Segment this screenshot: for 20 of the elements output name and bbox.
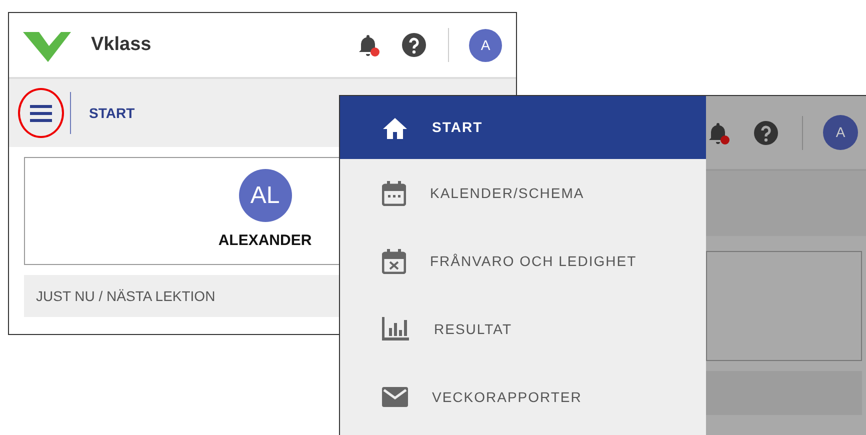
avatar: AL	[238, 169, 292, 222]
menu-item[interactable]: FRÅNVARO OCH LEDIGHET	[340, 227, 706, 295]
menu-button[interactable]	[18, 88, 64, 138]
menu-item[interactable]: START	[340, 96, 706, 159]
calendar-icon	[382, 180, 406, 206]
avatar[interactable]: A	[469, 28, 502, 62]
menu-item[interactable]: KALENDER/SCHEMA	[340, 159, 706, 227]
avatar[interactable]: A	[823, 115, 858, 150]
bar-chart-icon	[382, 317, 410, 341]
app-name: Vklass	[91, 32, 152, 57]
profile-name: ALEXANDER	[218, 231, 312, 252]
help-icon[interactable]	[754, 120, 778, 144]
envelope-icon	[382, 387, 408, 407]
menu-item[interactable]: RESULTAT	[340, 295, 706, 363]
breadcrumb-link[interactable]: START	[89, 102, 135, 124]
menu-item[interactable]: VECKORAPPORTER	[340, 363, 706, 431]
calendar-x-icon	[382, 248, 406, 274]
menu-icon	[30, 104, 52, 122]
home-icon	[382, 116, 408, 140]
help-icon[interactable]	[402, 33, 426, 57]
